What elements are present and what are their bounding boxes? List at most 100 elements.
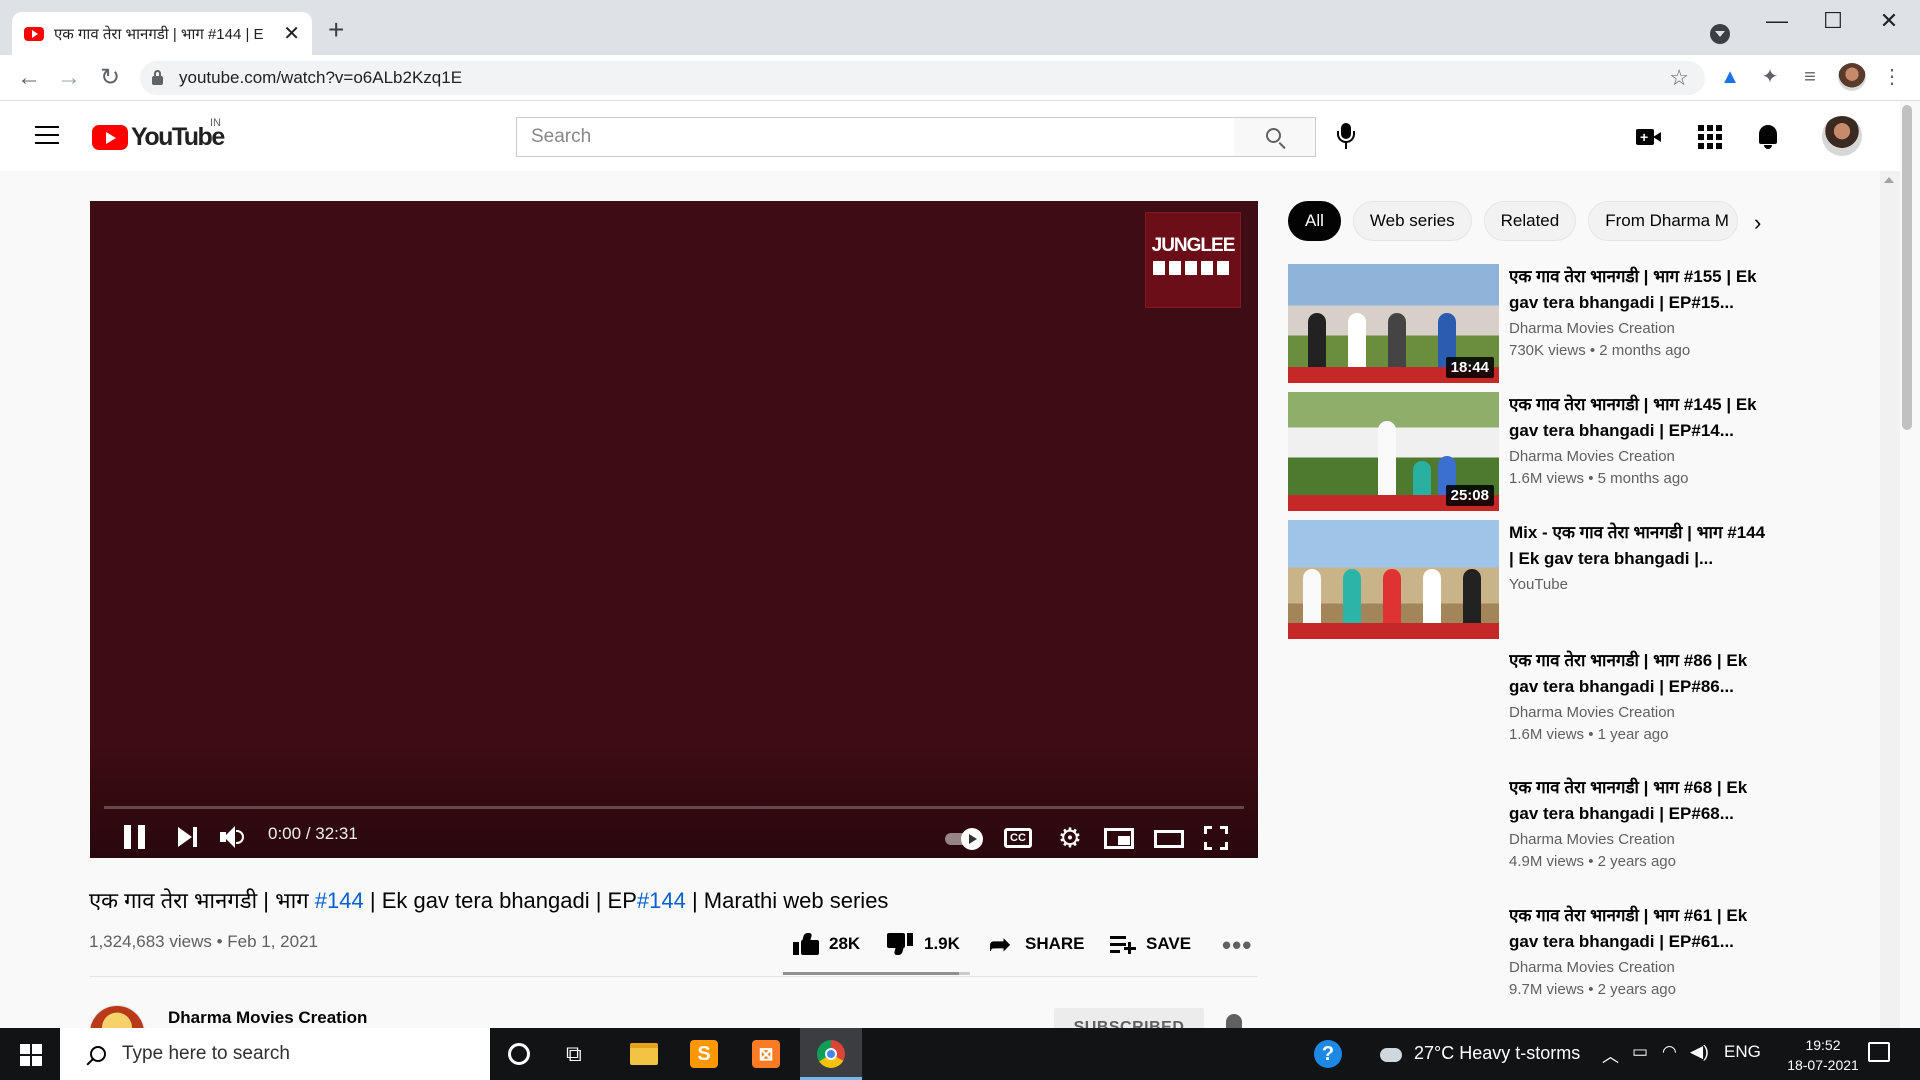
extensions-puzzle-icon[interactable]: ✦ [1758, 65, 1782, 89]
more-actions-icon[interactable]: ••• [1222, 930, 1252, 961]
account-avatar[interactable] [1822, 116, 1862, 156]
maximize-button[interactable]: ☐ [1818, 8, 1848, 34]
video-thumbnail[interactable] [1288, 648, 1499, 767]
create-video-icon[interactable]: + [1636, 123, 1664, 151]
captions-button[interactable]: CC [1004, 821, 1032, 855]
search-box[interactable] [516, 117, 1235, 157]
video-thumbnail[interactable] [1288, 775, 1499, 894]
window-close-button[interactable]: ✕ [1874, 8, 1904, 34]
recommendation-title[interactable]: एक गाव तेरा भानगडी | भाग #145 | Ek gav t… [1509, 392, 1774, 444]
autoplay-toggle[interactable] [945, 821, 985, 855]
browser-menu-icon[interactable]: ⋮ [1880, 65, 1904, 89]
video-player[interactable]: JUNGLEE 0:00 / 32:31 CC ⚙ [90, 201, 1258, 858]
notifications-bell-icon[interactable] [1754, 123, 1782, 151]
video-thumbnail[interactable]: 25:08 [1288, 392, 1499, 511]
sublime-text-icon[interactable]: S [690, 1040, 718, 1068]
recommendation-channel[interactable]: YouTube [1509, 576, 1568, 593]
recommendation-title[interactable]: एक गाव तेरा भानगडी | भाग #86 | Ek gav te… [1509, 648, 1774, 700]
chevron-right-icon[interactable]: › [1754, 210, 1761, 236]
chip-all[interactable]: All [1288, 201, 1341, 241]
recommendation-title[interactable]: एक गाव तेरा भानगडी | भाग #68 | Ek gav te… [1509, 775, 1774, 827]
recommendation-channel[interactable]: Dharma Movies Creation [1509, 831, 1675, 848]
chip-related[interactable]: Related [1483, 201, 1577, 241]
tray-chevron-icon[interactable]: ︿ [1602, 1042, 1619, 1067]
task-view-icon[interactable]: ⧉ [566, 1040, 594, 1068]
recommendation-channel[interactable]: Dharma Movies Creation [1509, 448, 1675, 465]
profile-avatar[interactable] [1838, 63, 1866, 91]
search-button[interactable] [1234, 117, 1316, 157]
action-center-icon[interactable] [1868, 1042, 1890, 1062]
forward-button[interactable]: → [54, 63, 84, 93]
minimize-button[interactable]: — [1762, 8, 1792, 34]
theater-mode-button[interactable] [1154, 821, 1184, 855]
volume-icon[interactable] [220, 821, 250, 855]
recommendation-title[interactable]: एक गाव तेरा भानगडी | भाग #61 | Ek gav te… [1509, 903, 1774, 955]
lock-icon[interactable] [152, 69, 163, 85]
hashtag-link[interactable]: #144 [637, 888, 686, 913]
tab-search-icon[interactable] [1710, 24, 1730, 44]
taskbar-search-box[interactable]: Type here to search [60, 1028, 490, 1080]
fullscreen-button[interactable] [1204, 821, 1228, 855]
system-clock[interactable]: 19:52 18-07-2021 [1783, 1035, 1863, 1075]
recommendation-channel[interactable]: Dharma Movies Creation [1509, 320, 1675, 337]
extension-icon[interactable]: ▲ [1718, 65, 1742, 89]
dislike-button[interactable]: 1.9K [887, 928, 960, 960]
video-thumbnail[interactable]: 18:44 [1288, 264, 1499, 383]
video-thumbnail[interactable] [1288, 903, 1499, 1022]
language-indicator[interactable]: ENG [1724, 1042, 1761, 1062]
recommendation-item[interactable]: एक गाव तेरा भानगडी | भाग #68 | Ek gav te… [1288, 775, 1768, 895]
recommendation-item[interactable]: 18:44 एक गाव तेरा भानगडी | भाग #155 | Ek… [1288, 264, 1768, 384]
guide-menu-icon[interactable] [35, 126, 59, 144]
page-scrollbar[interactable] [1880, 171, 1900, 1028]
scroll-up-arrow-icon[interactable] [1884, 177, 1894, 183]
recommendation-item[interactable]: 25:08 एक गाव तेरा भानगडी | भाग #145 | Ek… [1288, 392, 1768, 512]
windows-start-icon[interactable] [20, 1044, 42, 1066]
recommendation-channel[interactable]: Dharma Movies Creation [1509, 704, 1675, 721]
recommendation-title[interactable]: एक गाव तेरा भानगडी | भाग #155 | Ek gav t… [1509, 264, 1774, 316]
share-button[interactable]: ➦ SHARE [989, 928, 1085, 960]
save-button[interactable]: SAVE [1110, 928, 1191, 960]
next-video-button[interactable] [178, 821, 202, 855]
video-thumbnail[interactable] [1288, 520, 1499, 639]
new-tab-button[interactable]: + [328, 16, 344, 44]
duration-badge: 18:44 [1445, 357, 1494, 378]
channel-name[interactable]: Dharma Movies Creation [168, 1008, 367, 1028]
cortana-icon[interactable] [508, 1043, 530, 1065]
network-icon[interactable]: ◠ [1662, 1042, 1677, 1062]
recommendation-item[interactable]: Mix - एक गाव तेरा भानगडी | भाग #144 | Ek… [1288, 520, 1768, 640]
recommendation-channel[interactable]: Dharma Movies Creation [1509, 959, 1675, 976]
hashtag-link[interactable]: #144 [315, 888, 364, 913]
back-button[interactable]: ← [14, 63, 44, 93]
miniplayer-button[interactable] [1104, 821, 1134, 855]
reading-list-icon[interactable]: ≡ [1798, 65, 1822, 89]
weather-text[interactable]: 27°C Heavy t-storms [1414, 1043, 1580, 1064]
help-icon[interactable]: ? [1314, 1040, 1342, 1068]
recommendation-item[interactable]: एक गाव तेरा भानगडी | भाग #61 | Ek gav te… [1288, 903, 1768, 1023]
xampp-icon[interactable]: ⊠ [752, 1040, 780, 1068]
weather-cloud-icon[interactable] [1378, 1044, 1404, 1064]
volume-icon[interactable]: ◀) [1690, 1042, 1709, 1062]
settings-gear-icon[interactable]: ⚙ [1056, 821, 1084, 855]
tab-close-button[interactable]: ✕ [283, 21, 300, 46]
reload-button[interactable]: ↻ [95, 63, 125, 93]
recommendation-item[interactable]: एक गाव तेरा भानगडी | भाग #86 | Ek gav te… [1288, 648, 1768, 768]
browser-tab[interactable]: एक गाव तेरा भानगडी | भाग #144 | E ✕ [12, 12, 312, 55]
battery-icon[interactable]: ▭ [1632, 1042, 1648, 1062]
channel-watermark[interactable]: JUNGLEE [1145, 212, 1241, 308]
url-text[interactable]: youtube.com/watch?v=o6ALb2Kzq1E [179, 68, 462, 88]
chip-web-series[interactable]: Web series [1352, 201, 1472, 241]
like-button[interactable]: 28K [793, 928, 860, 960]
voice-search-icon[interactable] [1336, 123, 1356, 151]
youtube-logo[interactable]: YouTube IN [92, 117, 225, 152]
recommendation-title[interactable]: Mix - एक गाव तेरा भानगडी | भाग #144 | Ek… [1509, 520, 1774, 572]
pause-button[interactable] [124, 821, 148, 855]
file-explorer-icon[interactable] [630, 1043, 658, 1065]
chrome-taskbar-button[interactable] [800, 1028, 862, 1080]
search-input[interactable] [531, 126, 1211, 148]
progress-bar[interactable] [104, 806, 1244, 809]
scrollbar-thumb[interactable] [1902, 105, 1912, 430]
chip-from-channel[interactable]: From Dharma M [1588, 201, 1739, 241]
address-bar[interactable]: youtube.com/watch?v=o6ALb2Kzq1E ☆ [140, 61, 1705, 95]
bookmark-star-icon[interactable]: ☆ [1669, 65, 1689, 91]
apps-grid-icon[interactable] [1696, 123, 1724, 151]
